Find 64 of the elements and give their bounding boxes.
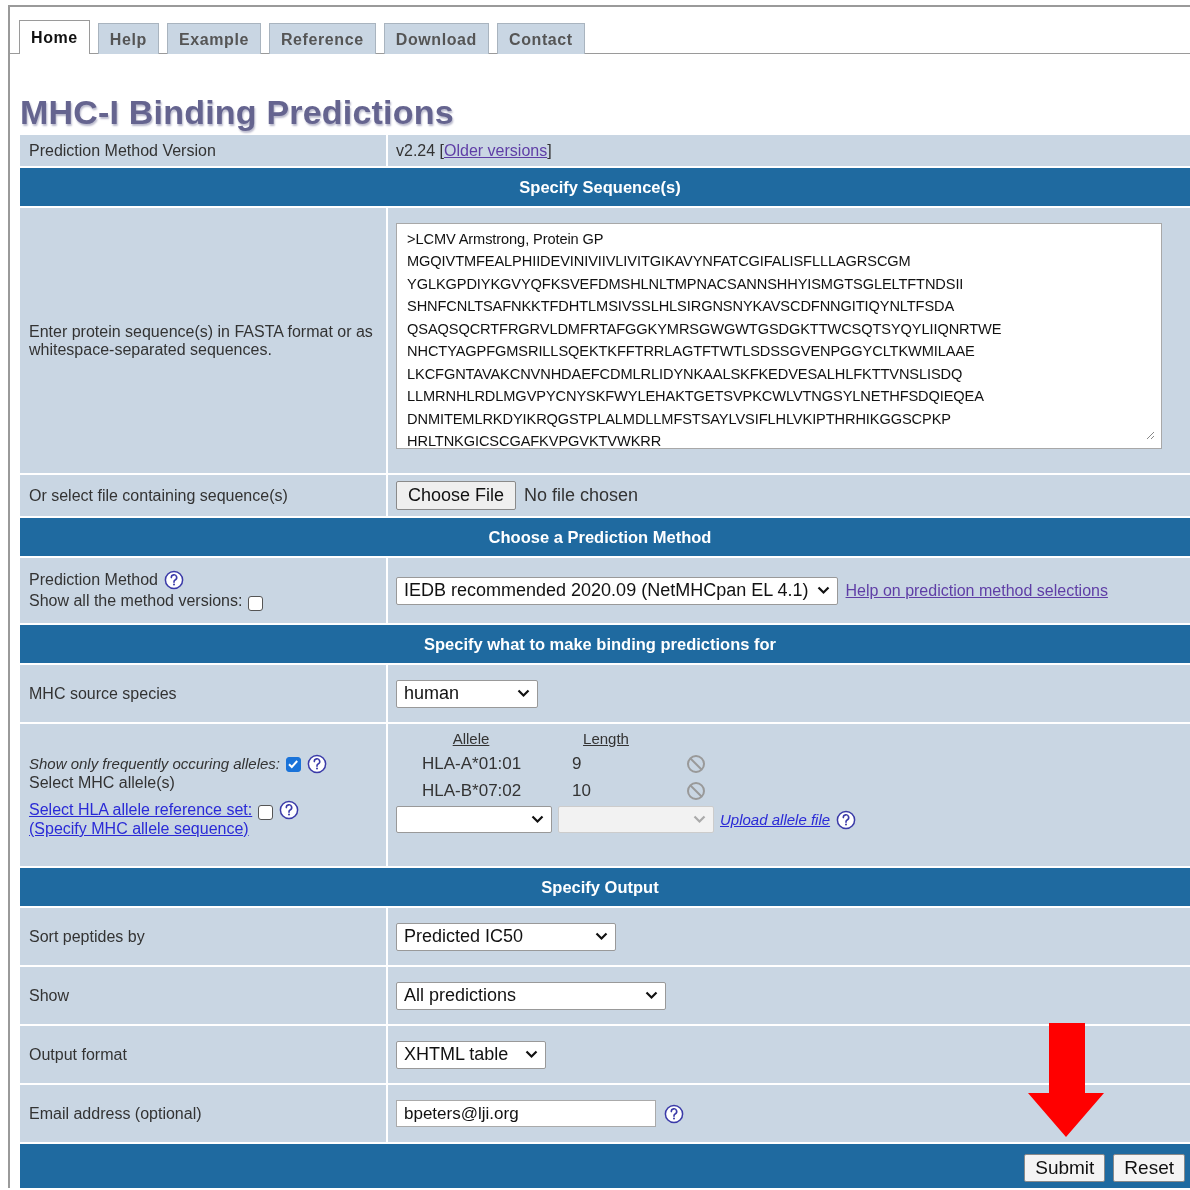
field-label: Show <box>29 986 70 1005</box>
length-cell-text: 10 <box>571 781 591 801</box>
nav-tab[interactable]: Home <box>19 20 90 54</box>
email-field[interactable]: bpeters@lji.org <box>396 1100 656 1127</box>
checkbox-label: Show only frequently occuring alleles: <box>29 755 280 773</box>
version-text: v2.24 [Older versions] <box>396 141 552 160</box>
section-header: Specify Output <box>20 868 1190 906</box>
checkbox[interactable] <box>286 756 301 772</box>
help-icon[interactable] <box>163 570 184 590</box>
dropdown[interactable]: All predictions <box>396 981 666 1010</box>
field-label: Prediction Method Version <box>20 135 386 166</box>
chevron-icon <box>531 815 544 824</box>
dropdown[interactable]: IEDB recommended 2020.09 (NetMHCpan EL 4.1) <box>396 576 838 605</box>
field-label: Select MHC allele(s) <box>29 774 175 791</box>
upload-allele-link[interactable]: Upload allele file <box>720 811 831 828</box>
chevron-icon <box>525 1050 538 1059</box>
sequence-field[interactable]: >LCMV Armstrong, Protein GP MGQIVTMFEALPHIIDEVINIVIIVLIVITGIKAVYNFATCGIFALISFLLLAGRSCGM YGLKGPDIYKGVYQFKSVEFDMSHLNLTMPNACSANNSHHYISMGTSGLELTFTNDSII SHNFCNLTSAFNKKTFDHTLMSIVSSLHLSIRGNSNYKAVSCDFNNGITIQYNLTFSDA QSAQSQCRTFRGRVLDMFRTAFGGKYMRSGWGWTGSDGKTTWCSQTSYQYLIIQNRTWE NHCTYAGPFGMSRILLSQEKTKFFTRRLAGTFTWTLSDSSGVENPGGYCLTKWMILAAE LKCFGNTAVAKCNVNHDAEFCDMLRLIDYNKAALSKFKEDVESALHLFKTTVNSLISDQ LLMRNHLRDLMGVPYCNYSKFWYLEHAKTGETSVPKCWLVTNGSYLNETHFSDQIEQEA DNMITEMLRKDYIKRQGSTPLALMDLLMFSTSAYLVSIFLHLVKIPTHRHIKGGSCPKP HRLTNKGICSCGAFKVPGVKTVWKRR <box>396 223 1162 449</box>
column-header[interactable]: Allele <box>452 730 490 747</box>
section-header: Choose a Prediction Method <box>20 518 1190 556</box>
resize-grip-icon <box>1145 430 1155 440</box>
dropdown[interactable]: human <box>396 679 538 708</box>
field-label: Prediction Method <box>29 571 158 589</box>
chevron-icon <box>816 586 830 595</box>
file-status: No file chosen <box>524 485 639 506</box>
section-header: Specify Sequence(s) <box>20 168 1190 206</box>
allele-cell-text: HLA-A*01:01 <box>421 754 522 774</box>
help-icon[interactable] <box>836 809 857 830</box>
nav-tab[interactable]: Contact <box>497 23 585 54</box>
chevron-icon <box>693 815 706 824</box>
older-versions-link[interactable]: Older versions <box>444 141 548 159</box>
length-cell-text: 9 <box>571 754 582 774</box>
help-icon[interactable] <box>279 799 300 820</box>
checkbox[interactable] <box>248 596 264 611</box>
allele-dropdown[interactable] <box>396 806 552 833</box>
chevron-icon <box>645 991 658 1000</box>
section-header: Specify what to make binding predictions for <box>20 625 1190 663</box>
checkbox-label: Show all the method versions: <box>29 591 243 610</box>
field-label: MHC source species <box>29 684 177 703</box>
help-icon[interactable] <box>664 1103 684 1124</box>
form-button[interactable]: Reset <box>1113 1154 1185 1182</box>
reference-set-link[interactable]: Select HLA allele reference set: <box>29 800 253 819</box>
dropdown[interactable]: Predicted IC50 <box>396 922 616 951</box>
choose-file-button[interactable]: Choose File <box>396 481 517 510</box>
column-header[interactable]: Length <box>583 730 629 747</box>
dropdown[interactable]: XHTML table <box>396 1040 546 1069</box>
field-label: Output format <box>29 1045 127 1064</box>
help-icon[interactable] <box>307 754 327 774</box>
chevron-icon <box>517 689 530 698</box>
chevron-icon <box>595 932 608 941</box>
field-label: Sort peptides by <box>29 927 145 946</box>
page-title: MHC-I Binding Predictions <box>20 93 455 132</box>
checkbox[interactable] <box>258 805 274 820</box>
nav-tab[interactable]: Help <box>97 23 159 54</box>
arrow-icon <box>1028 1023 1104 1137</box>
nav-tab[interactable]: Reference <box>268 23 376 54</box>
allele-cell-text: HLA-B*07:02 <box>421 781 522 801</box>
nav-tab[interactable]: Download <box>383 23 489 54</box>
form-button[interactable]: Submit <box>1024 1154 1106 1182</box>
field-label: Email address (optional) <box>29 1104 202 1123</box>
field-label: Or select file containing sequence(s) <box>29 486 288 505</box>
nav-tab[interactable]: Example <box>166 23 261 54</box>
help-link[interactable]: Help on prediction method selections <box>845 581 1108 600</box>
allele-sequence-link[interactable]: (Specify MHC allele sequence) <box>29 820 249 837</box>
field-label: Enter protein sequence(s) in FASTA format or as whitespace-separated sequences. <box>29 322 374 359</box>
